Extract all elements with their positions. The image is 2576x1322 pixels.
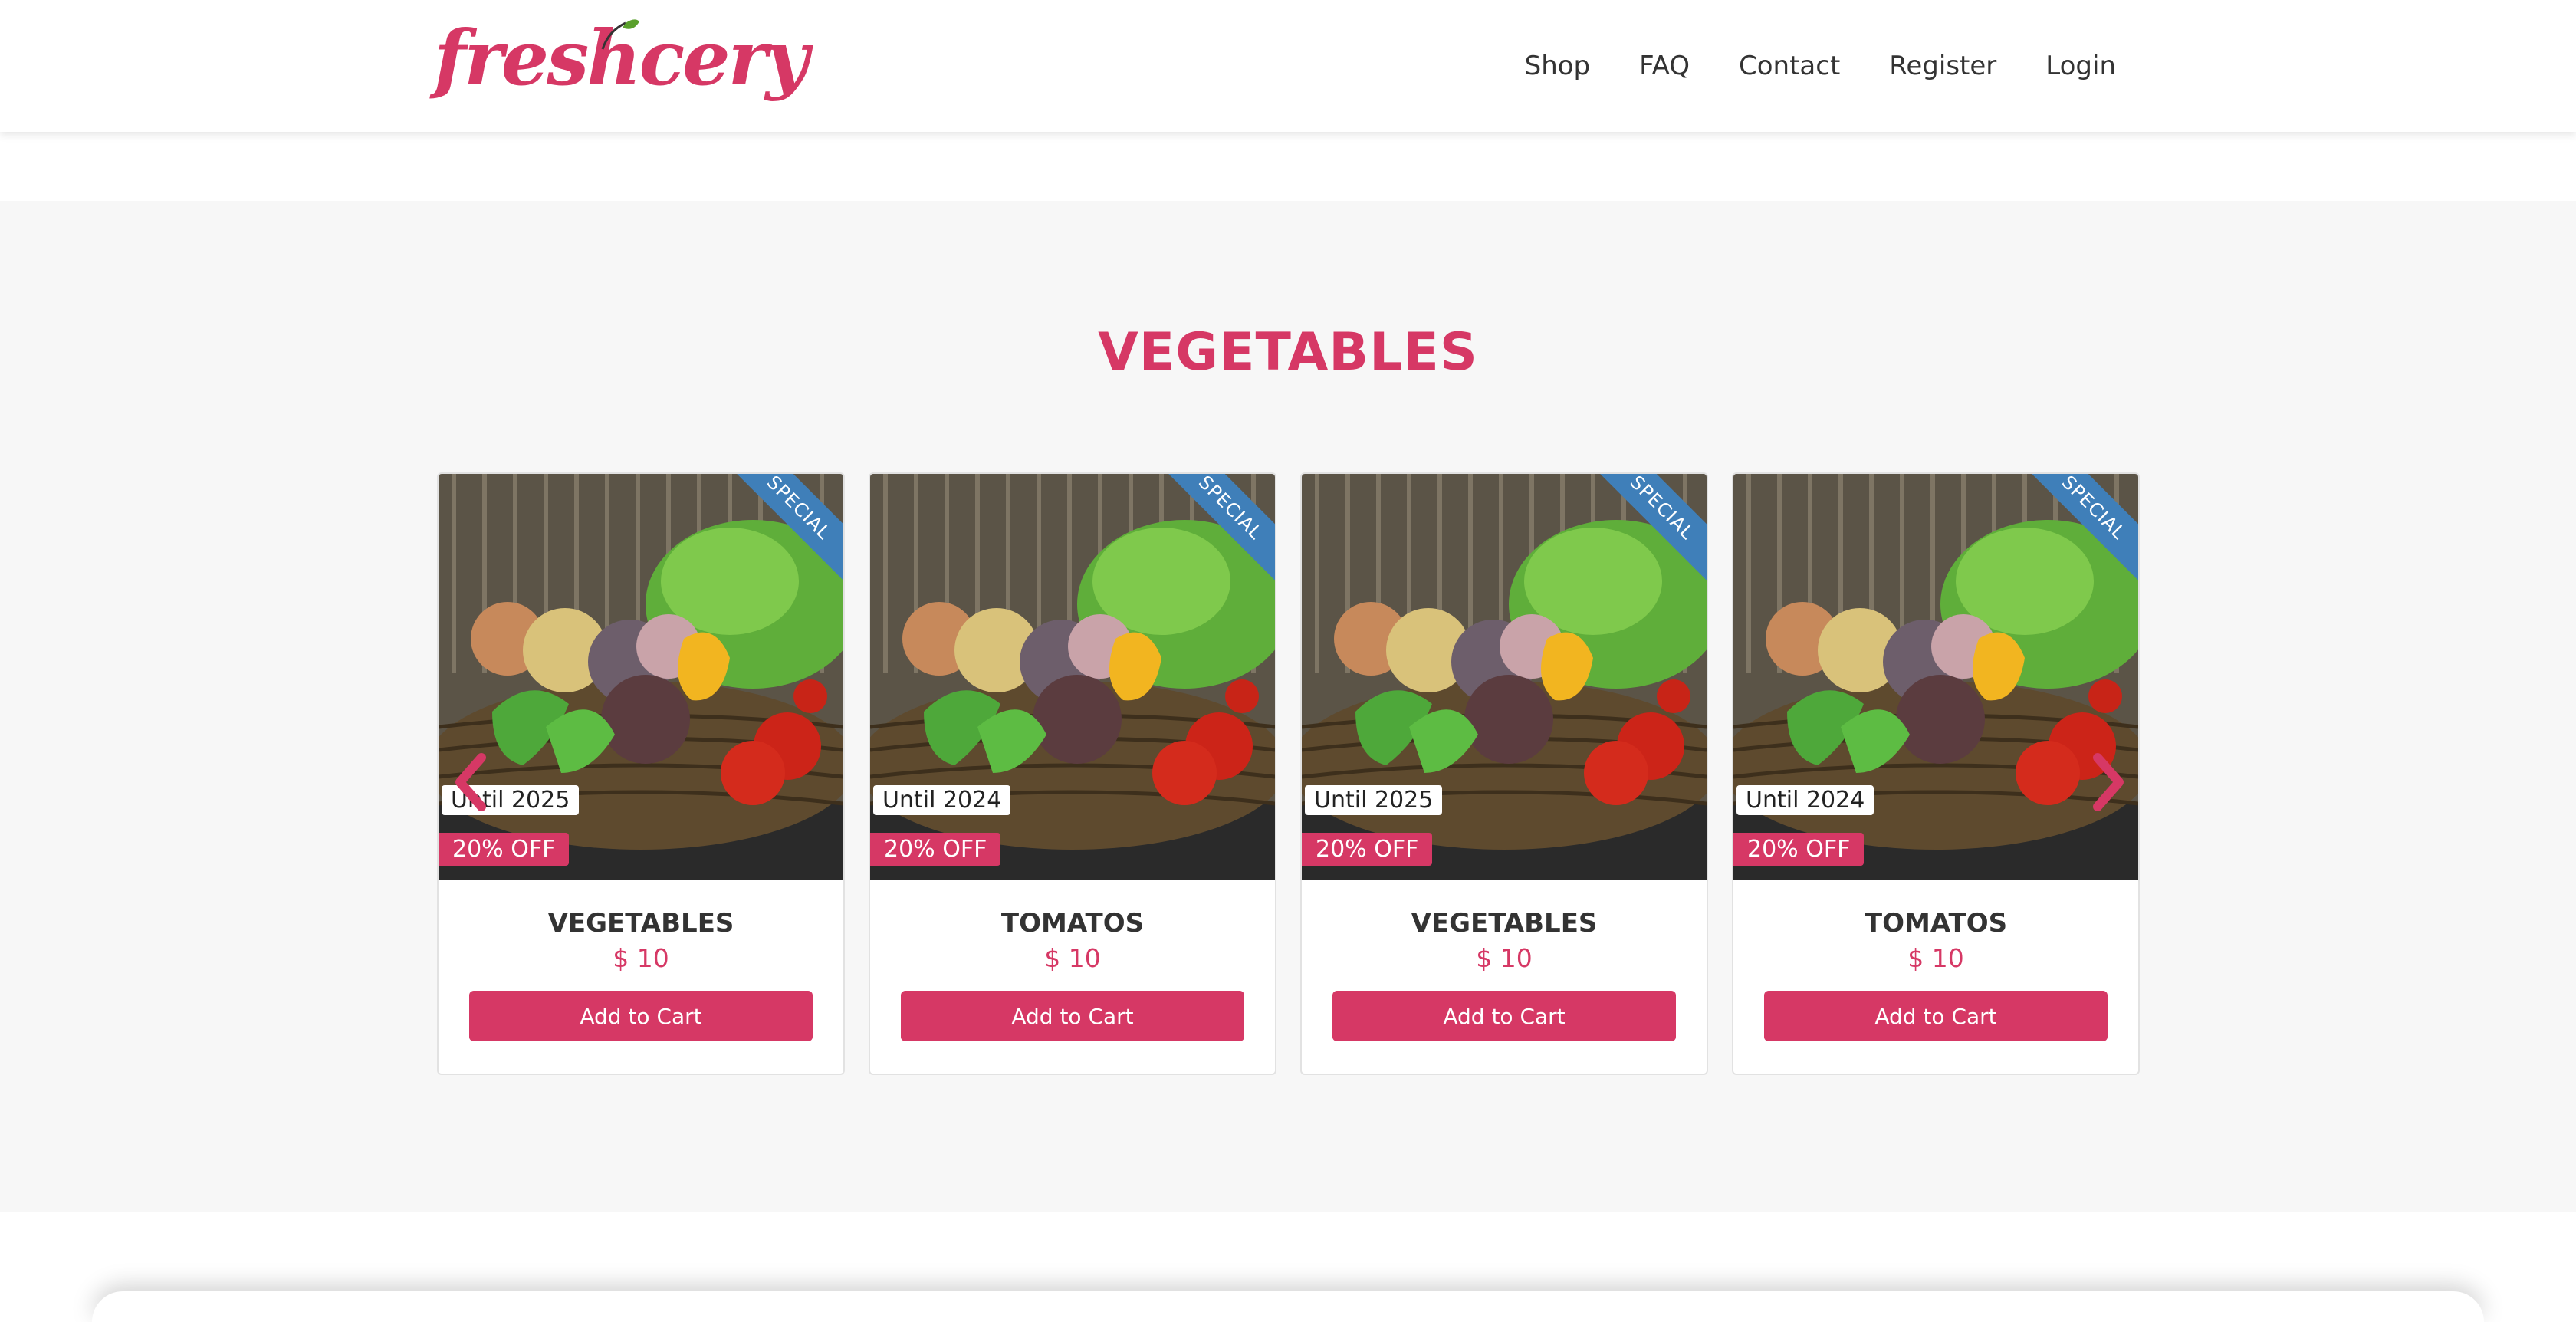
discount-badge: 20% OFF [1302, 833, 1433, 866]
product-price: $ 10 [613, 943, 669, 973]
product-price: $ 10 [1476, 943, 1533, 973]
discount-badge: 20% OFF [439, 833, 570, 866]
nav-login[interactable]: Login [2045, 46, 2116, 86]
nav-shop[interactable]: Shop [1525, 46, 1591, 86]
product-card: SPECIAL Until 2025 20% OFF VEGETABLES $ … [437, 472, 845, 1075]
footer-edge [92, 1291, 2484, 1322]
add-to-cart-button[interactable]: Add to Cart [1764, 991, 2108, 1041]
section-title: VEGETABLES [1098, 322, 1478, 383]
add-to-cart-button[interactable]: Add to Cart [1332, 991, 1676, 1041]
until-badge: Until 2024 [873, 785, 1011, 815]
chevron-left-icon[interactable] [448, 751, 494, 813]
vegetables-section: VEGETABLES SPECIAL Until 2025 20% OFF VE… [0, 201, 2576, 1212]
nav-contact[interactable]: Contact [1739, 46, 1840, 86]
add-to-cart-button[interactable]: Add to Cart [469, 991, 813, 1041]
product-carousel: SPECIAL Until 2025 20% OFF VEGETABLES $ … [437, 472, 2140, 1078]
special-ribbon: SPECIAL [730, 474, 843, 580]
product-image[interactable]: SPECIAL Until 2024 20% OFF [870, 474, 1275, 880]
until-badge: Until 2025 [1305, 785, 1443, 815]
product-card: SPECIAL Until 2024 20% OFF TOMATOS $ 10 … [869, 472, 1276, 1075]
product-image[interactable]: SPECIAL Until 2024 20% OFF [1733, 474, 2138, 880]
product-price: $ 10 [1907, 943, 1964, 973]
product-card: SPECIAL Until 2024 20% OFF TOMATOS $ 10 … [1732, 472, 2140, 1075]
discount-badge: 20% OFF [1733, 833, 1865, 866]
discount-badge: 20% OFF [870, 833, 1001, 866]
main-nav: Shop FAQ Contact Register Login [1476, 46, 2116, 86]
special-ribbon: SPECIAL [1162, 474, 1275, 580]
product-price: $ 10 [1044, 943, 1101, 973]
special-ribbon: SPECIAL [1593, 474, 1707, 580]
product-name[interactable]: TOMATOS [870, 908, 1275, 939]
product-name[interactable]: TOMATOS [1733, 908, 2138, 939]
nav-register[interactable]: Register [1889, 46, 1996, 86]
logo[interactable]: freshcery [434, 15, 809, 119]
leaf-icon [601, 19, 639, 50]
nav-faq[interactable]: FAQ [1639, 46, 1690, 86]
site-header: freshcery Shop FAQ Contact Register Logi… [0, 0, 2576, 132]
product-name[interactable]: VEGETABLES [1302, 908, 1707, 939]
product-image[interactable]: SPECIAL Until 2025 20% OFF [1302, 474, 1707, 880]
special-ribbon: SPECIAL [2025, 474, 2138, 580]
add-to-cart-button[interactable]: Add to Cart [901, 991, 1244, 1041]
until-badge: Until 2024 [1737, 785, 1875, 815]
product-image[interactable]: SPECIAL Until 2025 20% OFF [439, 474, 843, 880]
product-card: SPECIAL Until 2025 20% OFF VEGETABLES $ … [1300, 472, 1708, 1075]
product-name[interactable]: VEGETABLES [439, 908, 843, 939]
chevron-right-icon[interactable] [2085, 751, 2131, 813]
